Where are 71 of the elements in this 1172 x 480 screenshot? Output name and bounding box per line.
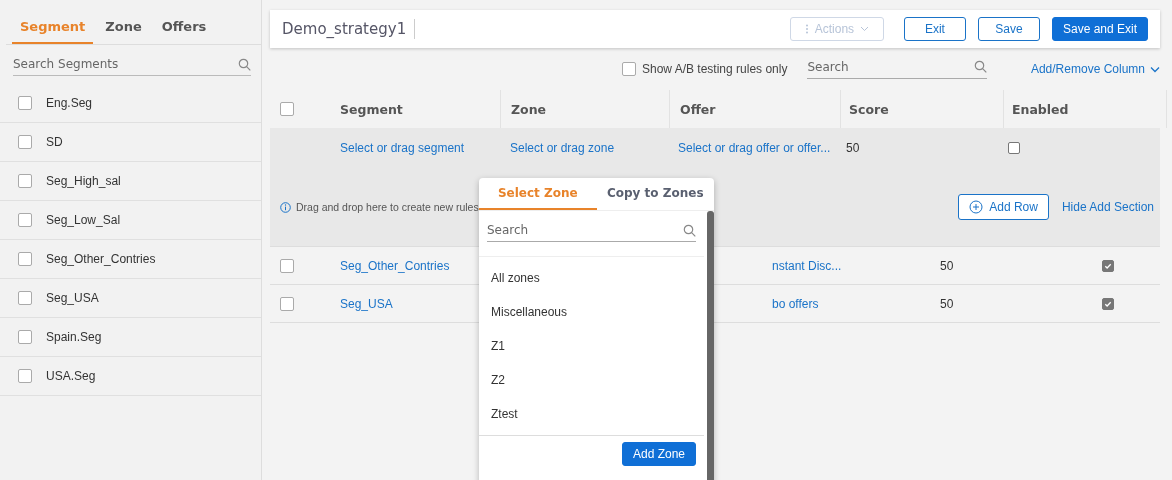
add-remove-column-link[interactable]: Add/Remove Column <box>1030 62 1160 76</box>
checkbox[interactable] <box>18 291 32 305</box>
row-checkbox[interactable] <box>280 258 294 273</box>
column-header: Enabled <box>1012 101 1069 117</box>
segment-link[interactable]: Seg_USA <box>340 296 393 311</box>
zone-option[interactable]: Z1 <box>479 329 704 363</box>
enabled-checkbox[interactable] <box>1102 259 1114 272</box>
column-header: Score <box>849 101 889 117</box>
zone-option[interactable]: Z2 <box>479 363 704 397</box>
sidebar-tab[interactable]: Offers <box>153 10 215 44</box>
zone-option[interactable]: All zones <box>479 261 704 295</box>
popup-tab[interactable]: Select Zone <box>479 178 597 210</box>
select-zone-link[interactable]: Select or drag zone <box>510 141 615 155</box>
hide-add-section-link[interactable]: Hide Add Section <box>1061 200 1154 214</box>
segment-item[interactable]: Eng.Seg <box>46 96 93 110</box>
ab-filter-label: Show A/B testing rules only <box>642 62 788 76</box>
checkbox[interactable] <box>622 62 636 76</box>
info-icon <box>280 201 291 213</box>
sidebar-tab[interactable]: Zone <box>97 10 150 44</box>
search-icon <box>683 223 696 237</box>
checkbox[interactable] <box>18 135 32 149</box>
enabled-checkbox[interactable] <box>1008 142 1020 154</box>
checkbox[interactable] <box>18 252 32 266</box>
segment-item[interactable]: Seg_USA <box>46 291 99 305</box>
zone-option[interactable]: Ztest <box>479 397 704 431</box>
header-button[interactable]: Exit <box>903 17 966 41</box>
segment-item[interactable]: Seg_Low_Sal <box>46 213 121 227</box>
scrollbar[interactable] <box>707 211 714 480</box>
table-cell: 50 <box>940 258 954 273</box>
chevron-down-icon <box>1150 65 1160 73</box>
table-cell: 50 <box>940 296 954 311</box>
search-field[interactable]: Search <box>807 59 975 74</box>
checkbox[interactable] <box>18 330 32 344</box>
chevron-down-icon <box>860 26 870 32</box>
more-icon <box>804 24 809 34</box>
segment-item[interactable]: SD <box>46 135 63 149</box>
column-header: Offer <box>680 101 716 117</box>
offer-link[interactable]: bo offers <box>772 296 819 311</box>
segment-item[interactable]: Seg_Other_Contries <box>46 252 156 266</box>
zone-option[interactable]: Miscellaneous <box>479 295 704 329</box>
segment-link[interactable]: Seg_Other_Contries <box>340 258 450 273</box>
segment-item[interactable]: Seg_High_sal <box>46 174 121 188</box>
checkbox[interactable] <box>18 174 32 188</box>
check-icon <box>1104 261 1112 270</box>
search-field[interactable]: Search <box>487 223 683 237</box>
header-button[interactable]: Save <box>977 17 1040 41</box>
popup-tab[interactable]: Copy to Zones <box>596 178 714 210</box>
offer-link[interactable]: nstant Disc... <box>772 258 842 273</box>
add-zone-button[interactable]: Add Zone <box>621 442 696 466</box>
search-icon <box>974 60 988 73</box>
checkbox[interactable] <box>18 369 32 383</box>
segment-item[interactable]: Spain.Seg <box>46 330 102 344</box>
segment-item[interactable]: USA.Seg <box>46 369 96 383</box>
check-icon <box>1104 299 1112 308</box>
plus-circle-icon <box>969 200 984 214</box>
checkbox[interactable] <box>18 213 32 227</box>
select-offer-link[interactable]: Select or drag offer or offer... <box>678 141 831 155</box>
enabled-checkbox[interactable] <box>1102 297 1114 310</box>
select-all-checkbox[interactable] <box>280 102 294 116</box>
add-row-button[interactable]: Add Row <box>958 194 1049 220</box>
column-header: Zone <box>511 101 547 117</box>
strategy-title: Demo_strategy1 <box>282 20 407 38</box>
column-header: Segment <box>340 101 403 117</box>
row-checkbox[interactable] <box>280 296 294 311</box>
select-segment-link[interactable]: Select or drag segment <box>340 141 465 155</box>
drag-drop-hint: Drag and drop here to create new rules <box>296 201 479 213</box>
search-icon <box>238 57 251 71</box>
header-button[interactable]: Save and Exit <box>1051 17 1148 41</box>
checkbox[interactable] <box>18 96 32 110</box>
score-value: 50 <box>846 141 860 155</box>
search-field[interactable]: Search Segments <box>13 57 238 71</box>
